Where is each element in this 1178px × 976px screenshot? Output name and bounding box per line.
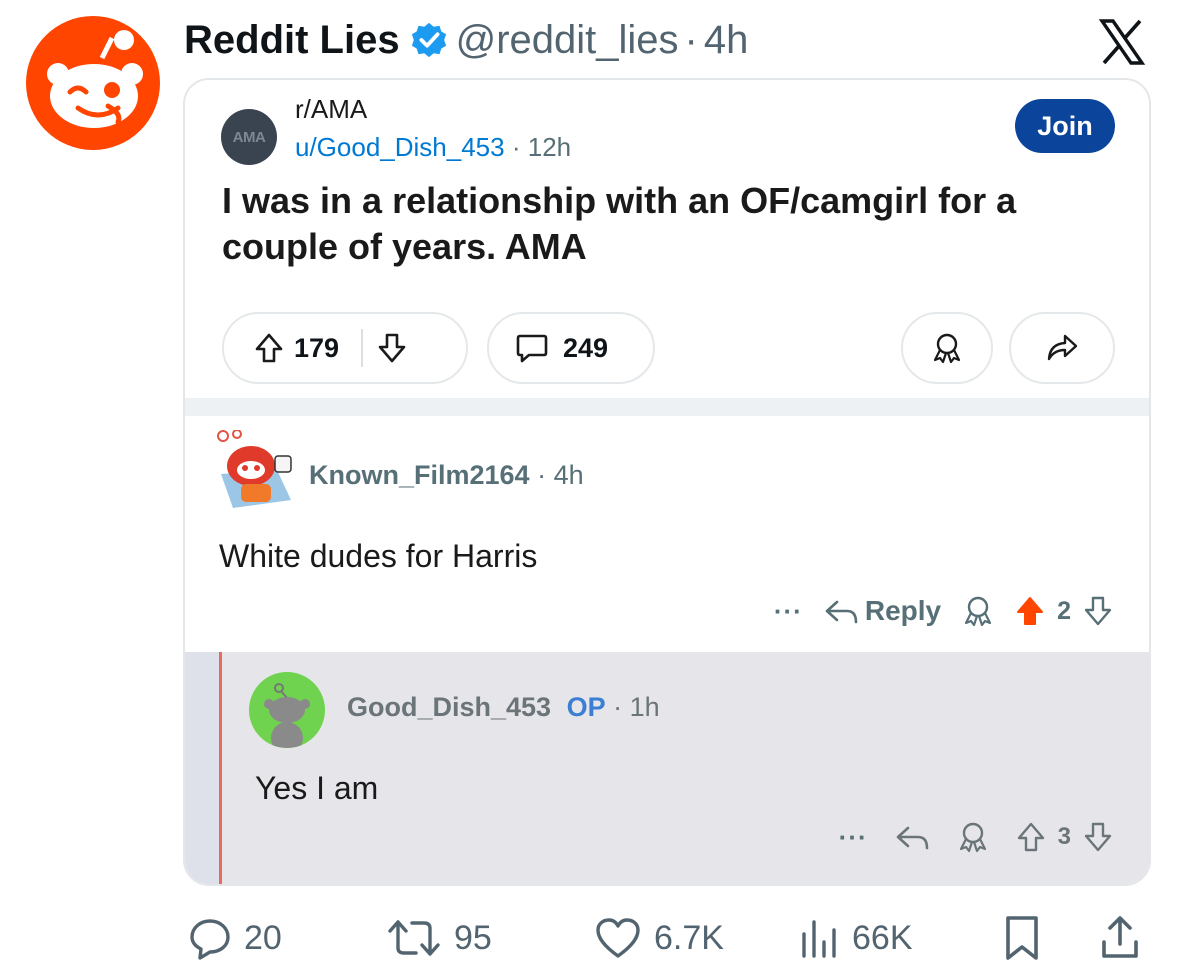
reply-arrow-icon (896, 826, 928, 850)
comment-author: Good_Dish_453 (347, 692, 552, 722)
comment-actions: ··· Reply 2 (774, 586, 1113, 636)
tweet-timestamp[interactable]: 4h (704, 18, 749, 63)
comment-meta: Known_Film2164 · 4h (309, 460, 584, 491)
snoo-silhouette-icon (264, 683, 310, 748)
share-button[interactable] (1098, 908, 1154, 968)
comment-body: Yes I am (255, 770, 379, 806)
post-author: u/Good_Dish_453 (295, 132, 505, 162)
post-time: 12h (527, 132, 572, 162)
more-options-icon: ··· (838, 821, 868, 852)
comment-meta: Good_Dish_453 OP · 1h (347, 692, 660, 723)
award-icon (964, 596, 992, 627)
retweet-count: 95 (454, 918, 492, 957)
display-name[interactable]: Reddit Lies (184, 18, 400, 63)
thread-line (185, 652, 219, 884)
comment-vote-count: 3 (1057, 823, 1071, 850)
upvote-filled-icon (1017, 597, 1044, 625)
award-icon (933, 333, 961, 364)
comment-time: 1h (629, 692, 660, 722)
reply-comment: Good_Dish_453 OP · 1h Yes I am ··· 3 (185, 652, 1149, 884)
heart-icon (596, 918, 640, 958)
post-title: I was in a relationship with an OF/camgi… (222, 180, 1017, 267)
author-avatar[interactable] (26, 16, 160, 150)
reddit-post: AMA r/AMA u/Good_Dish_453 · 12h Join I w… (185, 80, 1149, 398)
subreddit-name: r/AMA (295, 94, 368, 124)
reply-bubble-icon (190, 919, 230, 960)
bookmark-icon (1006, 916, 1038, 960)
subreddit-icon: AMA (221, 109, 277, 165)
section-divider (185, 398, 1149, 416)
user-avatar-icon (217, 430, 292, 508)
share-pill (1009, 312, 1115, 384)
award-pill (901, 312, 993, 384)
join-button: Join (1015, 99, 1115, 153)
reply-label: Reply (864, 595, 942, 626)
more-options-icon: ··· (773, 595, 803, 626)
reply-arrow-icon (825, 600, 858, 624)
like-button[interactable]: 6.7K (594, 908, 724, 968)
tweet-header: Reddit Lies @reddit_lies · 4h (184, 12, 748, 68)
x-logo-icon (1098, 19, 1146, 65)
upvote-icon (255, 333, 283, 363)
post-meta: u/Good_Dish_453 · 12h (295, 132, 571, 163)
comment-time: 4h (553, 460, 584, 490)
author-handle[interactable]: @reddit_lies (456, 18, 679, 63)
embedded-media-card[interactable]: AMA r/AMA u/Good_Dish_453 · 12h Join I w… (183, 78, 1151, 886)
comments-pill: 249 (487, 312, 655, 384)
downvote-icon (378, 333, 406, 363)
vote-pill: 179 (222, 312, 468, 384)
thread-line-highlight (219, 652, 222, 884)
bookmark-button[interactable] (1000, 908, 1056, 968)
verified-badge-icon (411, 22, 446, 58)
reply-count: 20 (244, 918, 282, 957)
separator-dot: · (537, 460, 547, 490)
comment-author: Known_Film2164 (309, 460, 530, 490)
reply-button[interactable]: 20 (188, 908, 282, 968)
like-count: 6.7K (654, 918, 724, 957)
comment-body: White dudes for Harris (219, 538, 538, 574)
user-avatar-icon (249, 672, 325, 748)
upvote-icon (1017, 822, 1044, 852)
op-badge: OP (566, 692, 606, 722)
retweet-icon (388, 920, 440, 956)
share-arrow-icon (1047, 334, 1078, 361)
retweet-button[interactable]: 95 (386, 908, 492, 968)
comment-count: 249 (563, 332, 609, 363)
comment-actions: ··· 3 (839, 812, 1113, 862)
view-count: 66K (852, 918, 913, 957)
separator-dot: · (613, 692, 623, 722)
comment: Known_Film2164 · 4h White dudes for Harr… (185, 416, 1149, 652)
award-icon (959, 822, 986, 853)
analytics-bars-icon (802, 920, 836, 958)
divider (361, 329, 364, 367)
share-upload-icon (1102, 916, 1138, 958)
comment-bubble-icon (516, 334, 548, 363)
reply-button: Reply (823, 595, 941, 627)
reddit-snoo-wink-icon (47, 30, 143, 128)
views-button[interactable]: 66K (800, 908, 913, 968)
comment-vote-count: 2 (1057, 596, 1071, 625)
separator-dot: · (511, 132, 521, 162)
upvote-count: 179 (294, 332, 340, 363)
tweet-action-bar: 20 95 6.7K 66K (0, 908, 1178, 968)
separator-dot: · (684, 17, 698, 62)
downvote-icon (1084, 822, 1112, 852)
downvote-icon (1084, 596, 1112, 626)
